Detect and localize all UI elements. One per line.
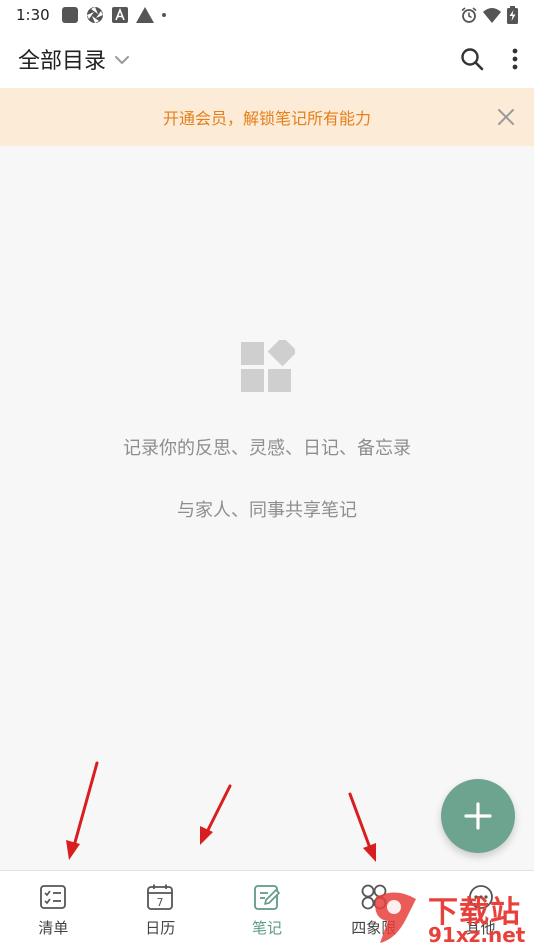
empty-state-line1: 记录你的反思、灵感、日记、备忘录: [123, 438, 411, 459]
battery-charging-icon: [507, 6, 518, 24]
nav-item-calendar[interactable]: 7 日历: [107, 871, 214, 950]
font-a-icon: [111, 7, 128, 23]
nav-label-calendar: 日历: [145, 919, 176, 937]
other-icon: [468, 885, 493, 909]
app-bar: 全部目录: [0, 30, 534, 88]
checklist-icon: [40, 885, 67, 909]
empty-state: 记录你的反思、灵感、日记、备忘录 与家人、同事共享笔记: [0, 146, 534, 870]
wifi-icon: [483, 8, 501, 23]
bottom-nav: 清单 7 日历 笔记 四象限 其他: [0, 870, 534, 950]
calendar-icon: 7: [147, 884, 174, 910]
membership-promo-banner[interactable]: 开通会员，解锁笔记所有能力: [0, 88, 534, 146]
nav-label-quadrant: 四象限: [351, 919, 397, 937]
empty-state-line2: 与家人、同事共享笔记: [177, 500, 357, 521]
chevron-down-icon[interactable]: [114, 55, 130, 65]
close-icon[interactable]: [496, 107, 516, 127]
widgets-icon: [241, 340, 295, 392]
quadrant-icon: [361, 884, 387, 910]
alarm-icon: [461, 7, 477, 23]
promo-text[interactable]: 开通会员，解锁笔记所有能力: [163, 105, 371, 129]
nav-item-quadrant[interactable]: 四象限: [320, 871, 427, 950]
nav-label-checklist: 清单: [38, 919, 69, 937]
nav-label-other: 其他: [465, 919, 496, 937]
warning-triangle-icon: [135, 7, 154, 23]
aperture-icon: [86, 7, 103, 23]
more-vert-icon[interactable]: [512, 48, 518, 70]
status-right-icons: [461, 6, 518, 24]
status-time: 1:30: [16, 6, 50, 24]
status-bar: 1:30: [0, 0, 534, 30]
nav-label-notes: 笔记: [251, 919, 282, 937]
catalog-title[interactable]: 全部目录: [18, 43, 106, 75]
app-bar-actions: [460, 47, 518, 71]
nav-item-notes[interactable]: 笔记: [214, 871, 321, 950]
nav-item-checklist[interactable]: 清单: [0, 871, 107, 950]
note-edit-icon: [254, 885, 280, 910]
add-note-button[interactable]: [441, 779, 515, 853]
nav-item-other[interactable]: 其他: [427, 871, 534, 950]
calendar-day: 7: [157, 896, 164, 909]
status-left-icons: [61, 6, 166, 24]
plus-icon: [464, 802, 492, 830]
app-square-icon: [61, 7, 78, 23]
search-icon[interactable]: [460, 47, 484, 71]
dot-icon: [161, 13, 166, 17]
